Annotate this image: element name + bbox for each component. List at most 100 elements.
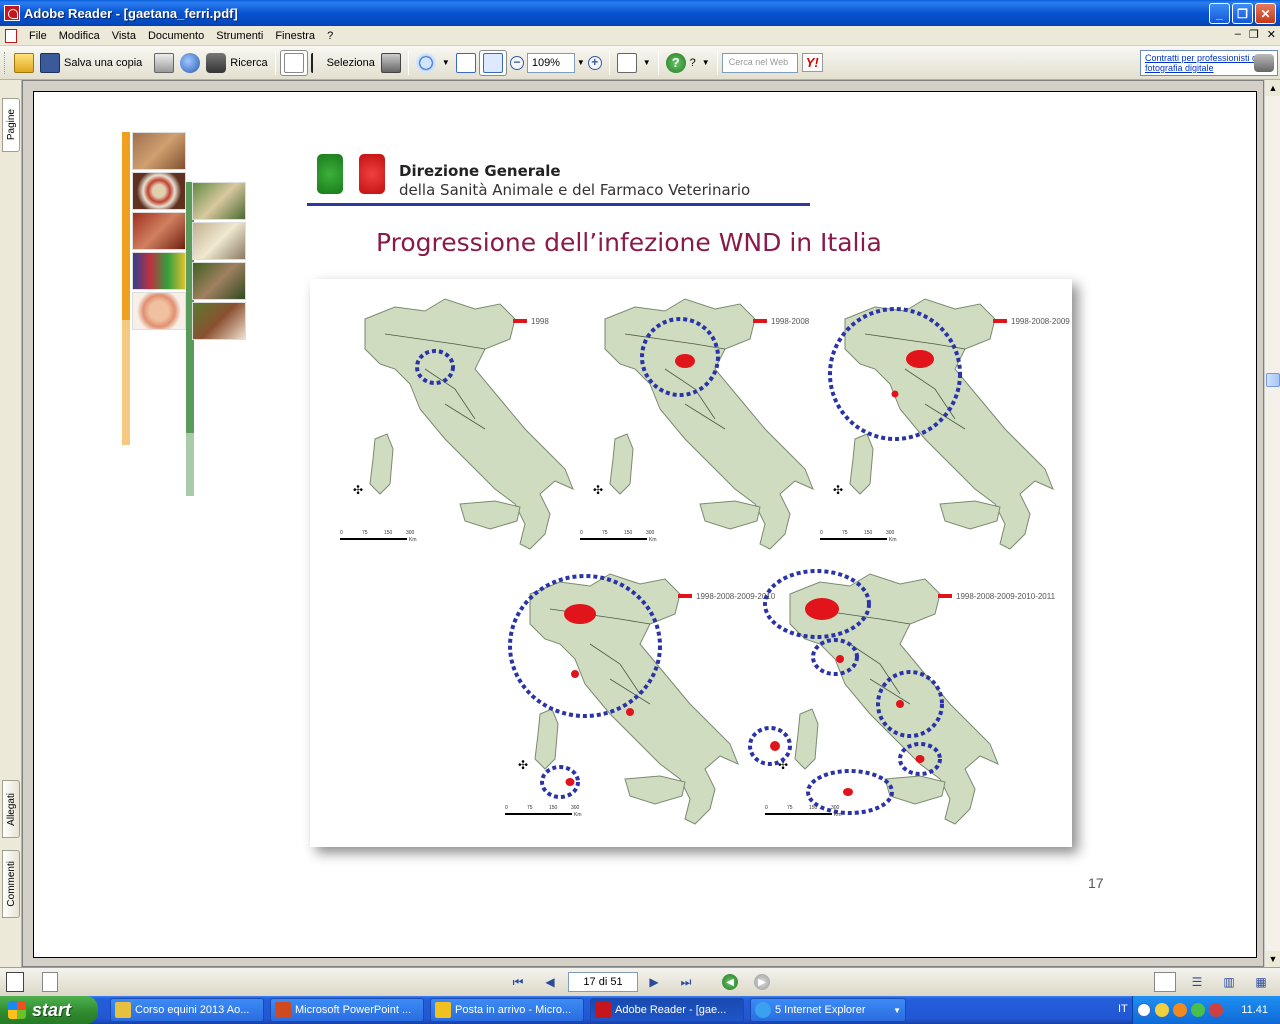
- search-button[interactable]: Ricerca: [203, 50, 270, 76]
- email-button[interactable]: [177, 50, 203, 76]
- doc-minimize-icon[interactable]: –: [1235, 28, 1241, 41]
- photo-tile-fruit: [132, 292, 186, 330]
- facing-view-button[interactable]: ▥: [1218, 972, 1240, 992]
- task-outlook[interactable]: Posta in arrivo - Micro...: [430, 998, 584, 1022]
- legend-label: 1998-2008-2009-2010: [696, 592, 776, 601]
- zoom-combo[interactable]: 109% ▼: [526, 52, 585, 73]
- next-page-icon[interactable]: ▶: [646, 972, 662, 992]
- scale-label: 75: [602, 530, 608, 536]
- clock-tray-icon[interactable]: [1173, 1003, 1187, 1017]
- infection-area: [915, 755, 925, 763]
- network-tray-icon[interactable]: [1191, 1003, 1205, 1017]
- task-corso-equini[interactable]: Corso equini 2013 Ao...: [110, 998, 264, 1022]
- infection-area: [843, 788, 853, 796]
- scale-label: 300: [646, 530, 655, 536]
- pdf-document-icon[interactable]: [5, 28, 17, 43]
- last-page-icon[interactable]: ⏭: [676, 972, 696, 992]
- zoom-in-button[interactable]: +: [585, 50, 605, 76]
- save-copy-button[interactable]: Salva una copia: [37, 50, 145, 76]
- page-icon: [616, 52, 637, 73]
- print-button[interactable]: [151, 50, 177, 76]
- menu-documento[interactable]: Documento: [142, 30, 210, 42]
- previous-page-icon[interactable]: ◀: [542, 972, 558, 992]
- go-back-button[interactable]: ◀: [720, 972, 740, 992]
- scale-label: 300: [406, 530, 415, 536]
- menu-bar: File Modifica Vista Documento Strumenti …: [0, 26, 1280, 46]
- hand-tool-button[interactable]: [279, 49, 308, 76]
- web-search-input[interactable]: Cerca nel Web: [721, 52, 798, 73]
- windows-logo-icon: [8, 1001, 26, 1019]
- first-page-icon[interactable]: ⏮: [508, 972, 528, 992]
- menu-vista[interactable]: Vista: [106, 30, 142, 42]
- search-label: Ricerca: [230, 56, 268, 69]
- toolbar-grip[interactable]: [4, 51, 7, 74]
- scale-unit: Km: [649, 537, 657, 543]
- task-adobe-reader[interactable]: Adobe Reader - [gae...: [590, 998, 744, 1022]
- toolbar-separator: [407, 50, 409, 75]
- toolbar: Salva una copia Ricerca Seleziona ▼ − 10…: [0, 46, 1280, 80]
- task-internet-explorer[interactable]: 5 Internet Explorer ▼: [750, 998, 906, 1022]
- continuous-facing-view-button[interactable]: ▦: [1250, 972, 1272, 992]
- menu-strumenti[interactable]: Strumenti: [210, 30, 269, 42]
- go-forward-button[interactable]: ▶: [752, 972, 772, 992]
- fit-width-button[interactable]: [478, 49, 507, 76]
- zoom-tool-button[interactable]: ▼: [413, 50, 453, 76]
- scale-label: 0: [820, 530, 823, 536]
- menu-file[interactable]: File: [23, 30, 53, 42]
- page-number-field[interactable]: 17 di 51: [568, 972, 638, 992]
- language-indicator[interactable]: IT: [1118, 1003, 1128, 1015]
- start-button[interactable]: start: [0, 996, 98, 1024]
- scale-label: 150: [809, 805, 818, 811]
- infection-area: [626, 708, 634, 716]
- scroll-down-arrow-icon[interactable]: ▼: [1265, 951, 1280, 967]
- task-powerpoint[interactable]: Microsoft PowerPoint ...: [270, 998, 424, 1022]
- ad-banner-link[interactable]: Contratti per professionisti di fotograf…: [1140, 50, 1278, 76]
- infection-area: [891, 390, 899, 398]
- doc-restore-icon[interactable]: ❐: [1249, 28, 1259, 41]
- tab-comments[interactable]: Commenti: [2, 850, 20, 918]
- slide-page-number: 17: [1088, 875, 1104, 891]
- legend-swatch: [938, 594, 952, 598]
- mail-tray-icon[interactable]: [1155, 1003, 1169, 1017]
- minimize-button[interactable]: _: [1209, 3, 1230, 24]
- scale-unit: Km: [574, 812, 582, 818]
- snapshot-button[interactable]: [378, 50, 404, 76]
- dropdown-arrow-icon[interactable]: ▼: [577, 58, 585, 67]
- menu-finestra[interactable]: Finestra: [269, 30, 321, 42]
- fit-page-button[interactable]: [453, 50, 479, 76]
- tab-attachments[interactable]: Allegati: [2, 780, 20, 838]
- camera-ad-icon: [1254, 54, 1274, 72]
- page-number-input[interactable]: 17 di 51: [568, 972, 638, 992]
- doc-close-icon[interactable]: ✕: [1267, 28, 1276, 41]
- open-button[interactable]: [11, 50, 37, 76]
- single-page-view-button[interactable]: [1152, 972, 1178, 992]
- security-tray-icon[interactable]: [1209, 1003, 1223, 1017]
- organization-subtitle: della Sanità Animale e del Farmaco Veter…: [399, 181, 751, 199]
- scroll-thumb[interactable]: [1266, 373, 1280, 387]
- dropdown-arrow-icon: ▼: [441, 58, 450, 67]
- zoom-out-button[interactable]: −: [507, 50, 527, 76]
- document-viewport[interactable]: Direzione Generale della Sanità Animale …: [22, 80, 1264, 967]
- panel-toggle-icon[interactable]: [6, 972, 24, 992]
- zoom-in-icon: [415, 52, 436, 73]
- camera-icon: [380, 52, 401, 73]
- tab-pages[interactable]: Pagine: [2, 98, 20, 152]
- scroll-up-arrow-icon[interactable]: ▲: [1265, 80, 1280, 96]
- web-search-placeholder: Cerca nel Web: [728, 56, 789, 67]
- page-size-icon[interactable]: [42, 972, 58, 992]
- task-label: Microsoft PowerPoint ...: [295, 1004, 412, 1016]
- close-button[interactable]: ✕: [1255, 3, 1276, 24]
- menu-modifica[interactable]: Modifica: [53, 30, 106, 42]
- minus-icon: −: [509, 55, 524, 70]
- vertical-scrollbar[interactable]: ▲ ▼: [1264, 80, 1280, 967]
- continuous-view-button[interactable]: ☰: [1186, 972, 1208, 992]
- select-tool-button[interactable]: Seleziona: [308, 50, 378, 76]
- zoom-input[interactable]: 109%: [526, 52, 575, 73]
- yahoo-search-button[interactable]: Y!: [801, 53, 823, 72]
- scale-label: 150: [549, 805, 558, 811]
- tray-expand-icon[interactable]: [1137, 1003, 1151, 1017]
- rotate-page-button[interactable]: ▼: [614, 50, 654, 76]
- help-button[interactable]: ?? ▼: [663, 50, 713, 76]
- restore-button[interactable]: ❐: [1232, 3, 1253, 24]
- menu-help[interactable]: ?: [321, 30, 339, 42]
